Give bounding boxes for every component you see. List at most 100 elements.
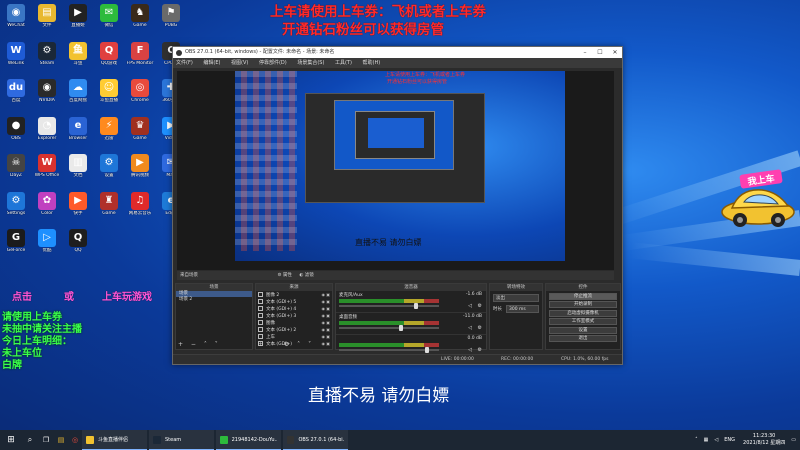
desktop-icon[interactable]: Q QQ游戏 [95,41,123,78]
visibility-lock-icon[interactable]: ◉ ▣ [321,334,330,339]
desktop-icon[interactable]: ▥ 文档 [64,154,92,190]
start-recording-button[interactable]: 开始录制 [549,301,617,308]
desktop-icon[interactable]: W WPS Office [33,154,61,190]
desktop-icon[interactable]: ♜ Game [95,191,123,228]
menu-docks[interactable]: 停靠部件(D) [259,60,287,66]
scenes-dock-controls[interactable]: + − ˄ ˅ [178,341,221,348]
volume-slider-handle[interactable] [413,303,418,309]
source-item[interactable]: 图像 ◉ ▣ [256,319,332,326]
volume-slider-handle[interactable] [398,325,403,331]
tray-chevron-icon[interactable]: ˄ [695,437,698,443]
visibility-lock-icon[interactable]: ◉ ▣ [321,313,330,318]
minimize-icon[interactable]: – [578,47,592,58]
desktop-icon[interactable]: ▷ 优酷 [33,229,61,265]
desktop-icon[interactable]: ✉ 微信 [95,4,123,40]
source-item[interactable]: 文本 (GDI+) 3 ◉ ▣ [256,312,332,319]
visibility-lock-icon[interactable]: ◉ ▣ [321,306,330,311]
desktop-icon[interactable]: ▶ 直播姬 [64,4,92,40]
virtual-camera-button[interactable]: 启动虚拟摄像机 [549,309,617,317]
desktop-icon[interactable]: F FPS Monitor [126,41,154,78]
desktop-icon[interactable]: ◔ Explorer [33,116,61,153]
visibility-lock-icon[interactable]: ◉ ▣ [321,327,330,332]
search-icon[interactable]: ⌕ [22,430,38,450]
transition-select[interactable]: 淡出 [493,294,539,302]
gear-icon[interactable]: ⚙ [277,273,281,278]
taskbar-app-button[interactable]: OBS 27.0.1 (64-bi... [283,430,348,450]
speaker-icon[interactable]: ◁ [468,325,472,331]
menu-file[interactable]: 文件(F) [176,60,193,66]
desktop-icon[interactable]: ◉ NVIDIA [33,79,61,115]
file-explorer-icon[interactable]: ▤ [54,430,68,450]
desktop-icon[interactable]: ✿ Color [33,191,61,228]
source-item[interactable]: 文本 (GDI+) 2 ◉ ▣ [256,326,332,333]
desktop-icon[interactable]: Q QQ [64,229,92,265]
scene-item[interactable]: 场景 2 [176,297,252,303]
close-icon[interactable]: ✕ [608,47,622,58]
desktop-icon[interactable]: ▶ 快手 [64,191,92,228]
properties-button[interactable]: 属性 [283,273,292,278]
menu-view[interactable]: 视图(V) [231,60,248,66]
desktop-icon[interactable]: ◎ Chrome [126,79,154,115]
visibility-lock-icon[interactable]: ◉ ▣ [321,299,330,304]
maximize-icon[interactable]: ☐ [593,47,607,58]
clock[interactable]: 11:23:30 2021/8/12 星期四 [743,433,785,447]
desktop-icon[interactable]: ♛ Game [126,116,154,153]
desktop-icon[interactable]: ⚙ 设置 [95,154,123,190]
gear-icon[interactable]: ⚙ [478,303,482,309]
sources-dock-controls[interactable]: + − ⚙ ˄ ˅ [258,341,314,348]
speaker-icon[interactable]: ◁ [468,303,472,309]
menu-edit[interactable]: 编辑(E) [203,60,220,66]
volume-slider[interactable] [339,347,439,353]
menu-help[interactable]: 帮助(H) [363,60,381,66]
gear-icon[interactable]: ⚙ [478,325,482,331]
desktop-icon[interactable]: ♞ Game [126,4,154,40]
obs-window[interactable]: OBS 27.0.1 (64-bit, windows) - 配置文件: 未命名… [172,46,623,365]
desktop-icon[interactable]: ⚙ Settings [2,191,30,228]
source-item[interactable]: 文本 (GDI+) 4 ◉ ▣ [256,305,332,312]
filter-icon[interactable]: ◐ [299,273,303,278]
taskbar-app-button[interactable]: 斗鱼直播伴侣 [82,430,147,450]
volume-slider-handle[interactable] [425,347,430,353]
desktop-icon[interactable]: ▤ 文件 [33,4,61,40]
visibility-lock-icon[interactable]: ◉ ▣ [321,320,330,325]
taskbar-app-button[interactable]: 21948142-DouYu... [216,430,281,450]
obs-titlebar[interactable]: OBS 27.0.1 (64-bit, windows) - 配置文件: 未命名… [173,47,622,58]
menu-scene-collection[interactable]: 场景集合(S) [297,60,324,66]
exit-button[interactable]: 退出 [549,335,617,342]
source-item[interactable]: 文本 (GDI+) 5 ◉ ▣ [256,298,332,305]
desktop-icon[interactable]: 鱼斗鱼 [64,41,92,78]
desktop-icon[interactable]: ♫ 网易云音乐 [126,191,154,228]
windows-icon[interactable]: ⊞ [0,430,22,450]
volume-slider[interactable] [339,325,439,331]
speaker-icon[interactable]: ◁ [468,347,472,353]
desktop-icon[interactable]: ◉ WeChat [2,4,30,40]
desktop-icon[interactable]: du 百度 [2,79,30,115]
taskbar-app-button[interactable]: Steam [149,430,214,450]
source-item[interactable]: 图像 2 ◉ ▣ [256,291,332,298]
desktop-icon[interactable]: ⚙ Steam [33,41,61,78]
source-item[interactable]: 上车 ◉ ▣ [256,333,332,340]
visibility-lock-icon[interactable]: ◉ ▣ [321,292,330,297]
desktop-icon[interactable]: ⚑ PUBG [157,4,185,40]
chrome-icon[interactable]: ◎ [68,430,82,450]
desktop-icon[interactable]: ⚡ 迅雷 [95,116,123,153]
gear-icon[interactable]: ⚙ [478,347,482,353]
desktop-icon[interactable]: G GeForce [2,229,30,265]
obs-preview[interactable]: 上车请使用上车券：飞机或者上车券 开通钻石粉丝可以获得房管 直播不易 请勿白嫖 [177,71,614,270]
task-view-icon[interactable]: ❐ [38,430,54,450]
notification-icon[interactable]: ▭ [791,437,796,443]
desktop-icon[interactable]: ☁ 百度网盘 [64,79,92,115]
filters-button[interactable]: 滤镜 [305,273,314,278]
desktop-icon[interactable]: ☠ DayZ [2,154,30,190]
settings-button[interactable]: 设置 [549,326,617,334]
volume-slider[interactable] [339,303,439,309]
desktop-icon[interactable]: ▶ 腾讯视频 [126,154,154,190]
duration-input[interactable]: 300 ms [506,305,539,313]
volume-icon[interactable]: ◁ [714,437,718,443]
visibility-lock-icon[interactable]: ◉ ▣ [321,341,330,346]
desktop-icon[interactable]: ☺ 斗鱼直播 [95,79,123,115]
desktop-icon[interactable]: e Browser [64,116,92,153]
desktop-icon[interactable]: ● OBS [2,116,30,153]
menu-tools[interactable]: 工具(T) [335,60,352,66]
language-indicator[interactable]: ENG [724,437,735,443]
